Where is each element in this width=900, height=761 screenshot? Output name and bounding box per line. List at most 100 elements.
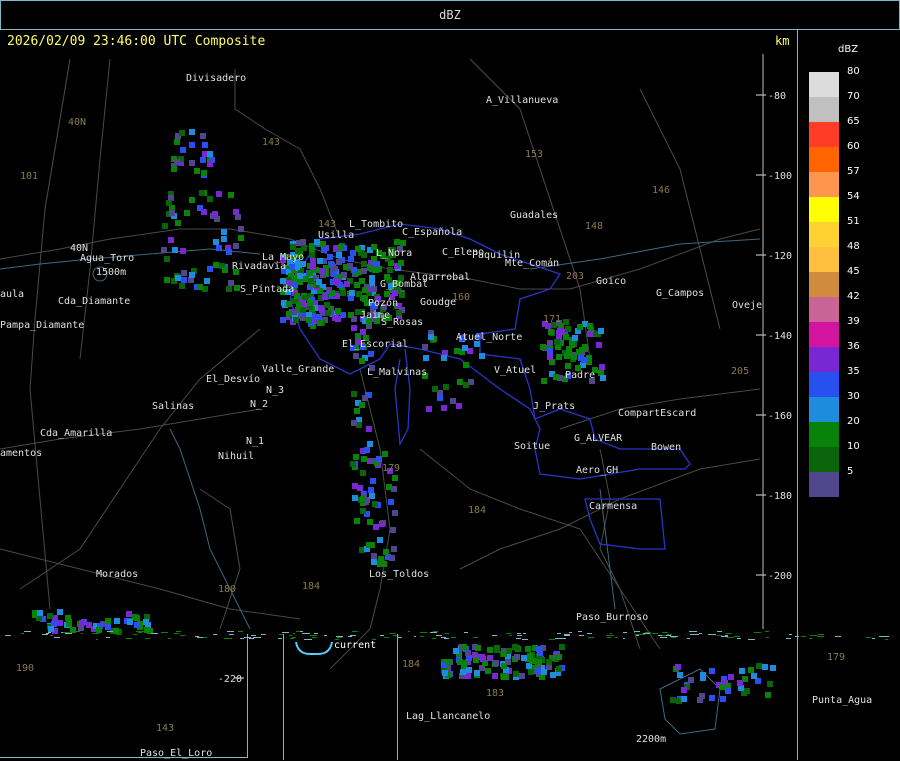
echo-pixel: [432, 386, 438, 392]
place-label: CompartEscard: [618, 408, 696, 419]
echo-pixel: [587, 331, 593, 337]
echo-pixel: [506, 648, 512, 654]
echo-pixel: [321, 247, 327, 253]
echo-pixel: [319, 268, 325, 274]
echo-pixel: [382, 451, 388, 457]
axis-tick-label: -120: [768, 251, 792, 262]
echo-pixel: [553, 374, 559, 380]
echo-pixel: [307, 300, 313, 306]
legend-label: 48: [847, 241, 860, 252]
echo-pixel: [563, 334, 569, 340]
place-label: Mte_Comán: [505, 257, 559, 269]
legend-label: 5: [847, 466, 854, 477]
place-label: L_Nora: [376, 248, 412, 259]
echo-pixel: [368, 487, 374, 493]
legend-swatch: [809, 447, 839, 472]
echo-pixel: [207, 161, 213, 167]
current-panel[interactable]: [283, 634, 398, 760]
echo-pixel: [391, 546, 397, 552]
axis-tick-label: -200: [768, 571, 792, 582]
echo-pixel: [317, 320, 323, 326]
echo-pixel: [369, 493, 375, 499]
legend-label: 57: [847, 166, 860, 177]
echo-pixel: [372, 501, 378, 507]
echo-pixel: [765, 692, 771, 698]
echo-pixel: [114, 618, 120, 624]
echo-pixel: [392, 475, 398, 481]
echo-pixel: [47, 613, 53, 619]
place-label: Punta_Agua: [812, 695, 872, 706]
echo-pixel: [388, 499, 394, 505]
echo-pixel: [474, 670, 480, 676]
echo-pixel: [556, 354, 562, 360]
echo-pixel: [324, 302, 330, 308]
echo-pixel: [737, 680, 743, 686]
echo-pixel: [201, 209, 207, 215]
echo-pixel: [134, 615, 140, 621]
legend-label: 80: [847, 66, 860, 77]
echo-pixel: [166, 200, 172, 206]
window-title: dBZ: [439, 8, 461, 22]
place-label: A_Villanueva: [486, 95, 558, 106]
echo-pixel: [181, 277, 187, 283]
echo-pixel: [362, 287, 368, 293]
echo-pixel: [179, 283, 185, 289]
echo-pixel: [280, 317, 286, 323]
place-label: Pozón: [368, 297, 398, 309]
place-label: N_3: [266, 385, 284, 396]
echo-pixel: [513, 671, 519, 677]
echo-pixel: [359, 402, 365, 408]
echo-pixel: [369, 542, 375, 548]
legend-swatch: [809, 272, 839, 297]
place-label: 2200m: [636, 734, 666, 745]
echo-pixel: [310, 264, 316, 270]
route-number: 143: [262, 137, 280, 148]
echo-pixel: [228, 280, 234, 286]
route-number: 160: [452, 292, 470, 303]
echo-pixel: [709, 668, 715, 674]
echo-pixel: [596, 342, 602, 348]
echo-pixel: [333, 278, 339, 284]
echo-pixel: [200, 133, 206, 139]
echo-pixel: [354, 518, 360, 524]
echo-pixel: [371, 559, 377, 565]
place-label: Padre: [565, 370, 595, 381]
legend-swatch: [809, 422, 839, 447]
echo-pixel: [443, 384, 449, 390]
legend-swatch: [809, 122, 839, 147]
place-label: Nihuil: [218, 451, 254, 462]
place-label: Jaime: [360, 310, 390, 321]
echo-pixel: [461, 644, 467, 650]
legend-label: 10: [847, 441, 860, 452]
echo-pixel: [181, 270, 187, 276]
echo-pixel: [289, 264, 295, 270]
echo-pixel: [189, 129, 195, 135]
echo-pixel: [351, 420, 357, 426]
echo-pixel: [202, 142, 208, 148]
echo-pixel: [457, 659, 463, 665]
echo-pixel: [57, 609, 63, 615]
echo-pixel: [547, 348, 553, 354]
echo-pixel: [297, 279, 303, 285]
legend-label: 70: [847, 91, 860, 102]
echo-pixel: [475, 645, 481, 651]
echo-pixel: [308, 278, 314, 284]
echo-pixel: [169, 210, 175, 216]
echo-pixel: [294, 293, 300, 299]
axis-tick-label: -160: [768, 411, 792, 422]
echo-pixel: [213, 262, 219, 268]
echo-pixel: [316, 279, 322, 285]
echo-pixel: [207, 196, 213, 202]
echo-pixel: [599, 364, 605, 370]
place-label: Bowen: [651, 442, 681, 453]
echo-pixel: [688, 677, 694, 683]
echo-pixel: [168, 237, 174, 243]
echo-pixel: [226, 286, 232, 292]
echo-pixel: [309, 252, 315, 258]
echo-pixel: [293, 317, 299, 323]
echo-pixel: [398, 260, 404, 266]
echo-pixel: [353, 353, 359, 359]
route-number: 184: [402, 659, 420, 670]
echo-pixel: [422, 344, 428, 350]
current-marker-icon: [295, 641, 333, 655]
